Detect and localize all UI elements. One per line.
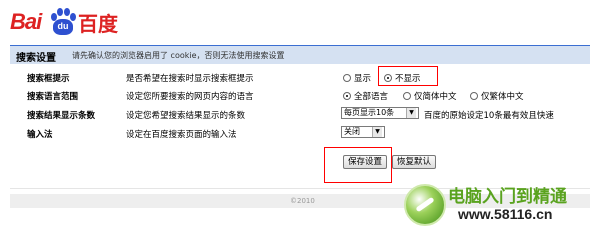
- search-hint-show-radio[interactable]: [343, 74, 351, 82]
- results-count-desc: 设定您希望搜索结果显示的条数: [126, 111, 246, 121]
- input-method-select[interactable]: 关闭 ▼: [341, 126, 385, 138]
- language-desc: 设定您所要搜索的网页内容的语言: [126, 92, 254, 102]
- watermark-logo-icon: [404, 184, 446, 226]
- language-simplified-label: 仅简体中文: [414, 92, 457, 102]
- page-title: 搜索设置: [16, 53, 56, 64]
- search-hint-label: 搜索框提示: [27, 74, 70, 84]
- search-hint-show-label: 显示: [354, 74, 372, 84]
- results-count-select[interactable]: 每页显示10条 ▼: [341, 107, 419, 119]
- results-count-note: 百度的原始设定10条最有效且快速: [424, 111, 554, 121]
- restore-defaults-button[interactable]: 恢复默认: [392, 155, 437, 169]
- chevron-down-icon: ▼: [406, 108, 416, 118]
- paw-du-text: du: [57, 21, 69, 31]
- language-all-option[interactable]: 全部语言: [343, 90, 388, 102]
- site-watermark: 电脑入门到精通 www.58116.cn: [400, 178, 600, 240]
- watermark-url: www.58116.cn: [458, 206, 553, 222]
- paw-icon: du: [50, 8, 76, 36]
- logo-latin-text: Bai: [10, 9, 42, 34]
- language-all-radio[interactable]: [343, 92, 351, 100]
- language-traditional-option[interactable]: 仅繁体中文: [470, 90, 524, 102]
- search-hint-desc: 是否希望在搜索时显示搜索框提示: [126, 74, 254, 84]
- highlight-box-save: [324, 147, 392, 183]
- settings-header-bar: 搜索设置 请先确认您的浏览器启用了 cookie，否则无法使用搜索设置: [10, 45, 590, 64]
- watermark-title: 电脑入门到精通: [448, 187, 567, 207]
- cookie-notice: 请先确认您的浏览器启用了 cookie，否则无法使用搜索设置: [72, 51, 285, 60]
- language-traditional-radio[interactable]: [470, 92, 478, 100]
- input-method-desc: 设定在百度搜索页面的输入法: [126, 130, 237, 140]
- highlight-box-hint: [378, 66, 438, 86]
- chevron-down-icon: ▼: [372, 127, 382, 137]
- results-count-label: 搜索结果显示条数: [27, 111, 96, 121]
- language-all-label: 全部语言: [354, 92, 389, 102]
- language-simplified-option[interactable]: 仅简体中文: [403, 90, 457, 102]
- results-count-value: 每页显示10条: [344, 108, 395, 117]
- search-hint-show-option[interactable]: 显示: [343, 72, 371, 84]
- input-method-value: 关闭: [344, 127, 360, 136]
- language-simplified-radio[interactable]: [403, 92, 411, 100]
- language-traditional-label: 仅繁体中文: [481, 92, 524, 102]
- input-method-label: 输入法: [27, 130, 53, 140]
- footer-copyright: ©2010: [290, 197, 315, 205]
- language-label: 搜索语言范围: [27, 92, 79, 102]
- logo-chinese-text: 百度: [78, 12, 118, 36]
